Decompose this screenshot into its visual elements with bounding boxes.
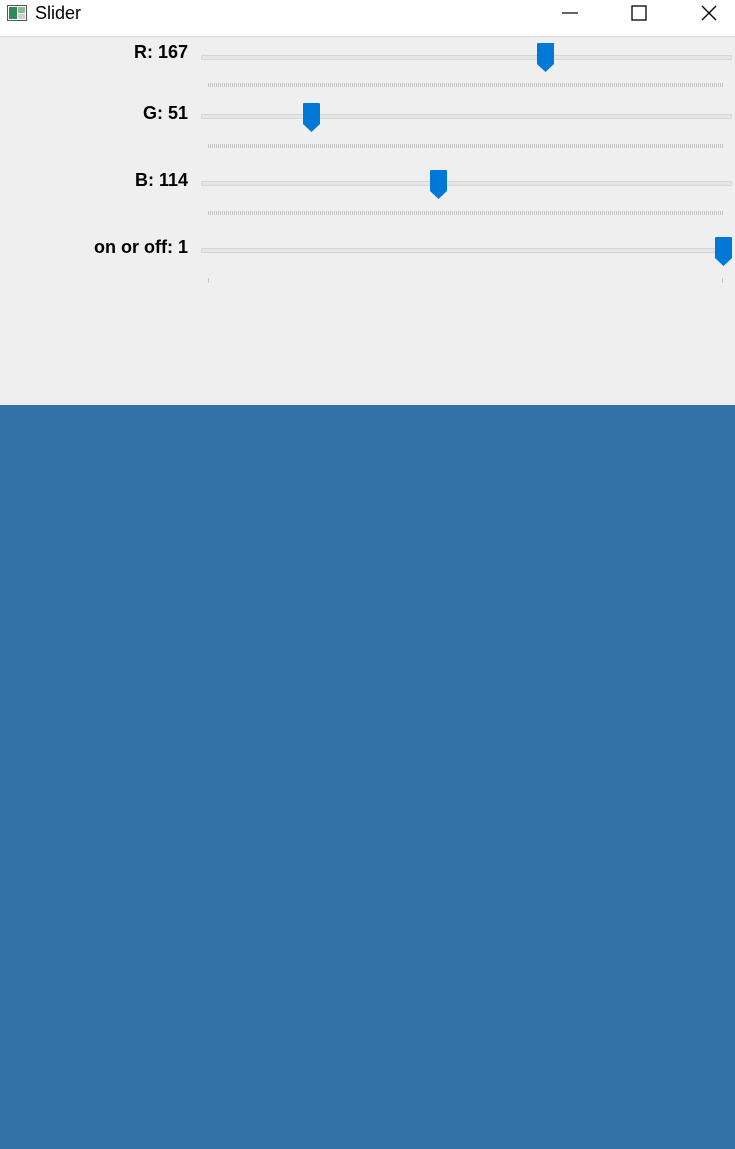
tick-marks bbox=[208, 83, 725, 87]
close-icon bbox=[701, 5, 717, 21]
slider-thumb-g[interactable] bbox=[303, 103, 321, 132]
slider-ticks-b bbox=[208, 203, 725, 215]
trackbar-b: B: 114 bbox=[0, 165, 735, 225]
trackbar-g: G: 51 bbox=[0, 98, 735, 158]
tick-marks bbox=[208, 144, 725, 148]
trackbar-label-r: R: 167 bbox=[133, 42, 188, 62]
trackbar-r: R: 167 bbox=[0, 37, 735, 97]
maximize-icon bbox=[631, 5, 647, 21]
slider-track-b[interactable] bbox=[201, 181, 732, 186]
slider-thumb-on-off[interactable] bbox=[714, 237, 732, 266]
slider-track-r[interactable] bbox=[201, 55, 732, 60]
trackbar-label-b: B: 114 bbox=[134, 170, 188, 190]
color-preview-image bbox=[0, 405, 735, 1149]
minimize-icon bbox=[562, 12, 578, 14]
slider-thumb-b[interactable] bbox=[430, 170, 448, 199]
slider-thumb-r[interactable] bbox=[537, 43, 555, 72]
title-bar: Slider bbox=[0, 0, 735, 37]
slider-ticks-r bbox=[208, 75, 725, 87]
tick-marks bbox=[208, 278, 723, 283]
slider-track-on-off[interactable] bbox=[201, 248, 732, 253]
trackbar-label-g: G: 51 bbox=[142, 103, 188, 123]
tick-marks bbox=[208, 211, 725, 215]
app-icon bbox=[7, 5, 27, 21]
trackbar-panel: R: 167 G: 51 B: 114 on or off: 1 bbox=[0, 37, 735, 405]
window-title: Slider bbox=[35, 3, 82, 23]
slider-ticks-g bbox=[208, 136, 725, 148]
close-button[interactable] bbox=[686, 0, 732, 26]
slider-ticks-on-off bbox=[208, 270, 724, 283]
minimize-button[interactable] bbox=[547, 0, 593, 26]
slider-track-g[interactable] bbox=[201, 114, 732, 119]
trackbar-label-on-off: on or off: 1 bbox=[94, 237, 188, 257]
trackbar-on-off: on or off: 1 bbox=[0, 232, 735, 292]
maximize-button[interactable] bbox=[616, 0, 662, 26]
